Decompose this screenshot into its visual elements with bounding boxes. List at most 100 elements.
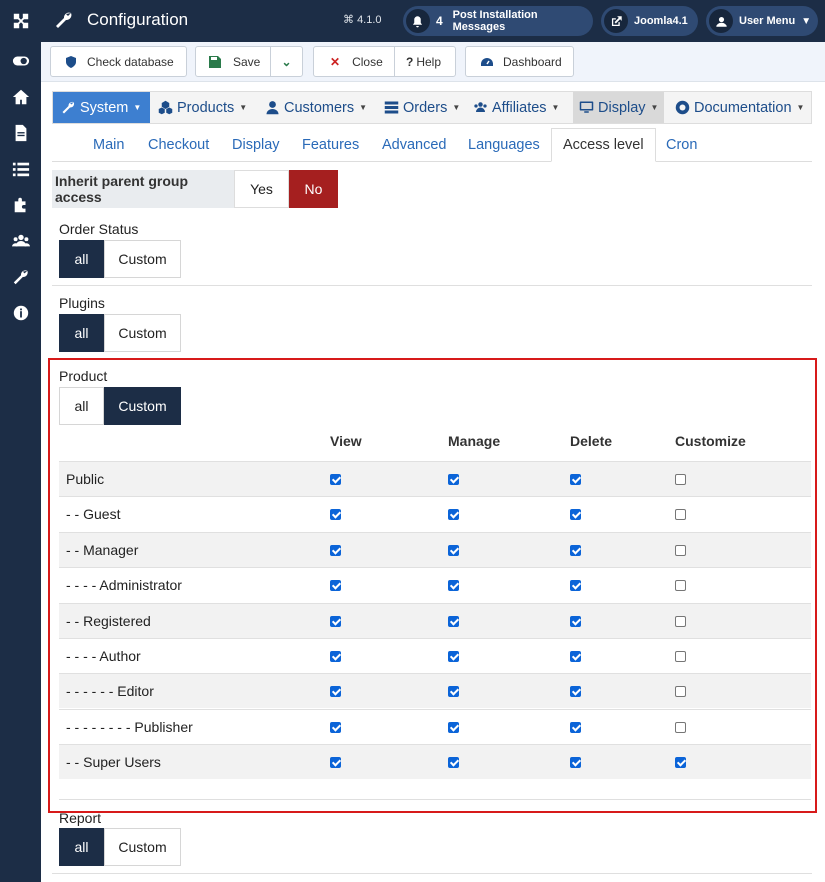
tab-checkout[interactable]: Checkout	[148, 128, 209, 162]
manage-checkbox[interactable]	[448, 651, 459, 662]
user-menu-label: User Menu	[739, 15, 796, 27]
home-icon[interactable]	[8, 84, 34, 110]
menu-orders[interactable]: Orders ▼	[384, 92, 460, 123]
menu-documentation[interactable]: Documentation ▼	[675, 92, 804, 123]
product-custom-button[interactable]: Custom	[104, 387, 181, 425]
help-button[interactable]: ? Help	[394, 46, 456, 77]
table-row: - - Manager	[59, 531, 811, 567]
tab-features[interactable]: Features	[302, 128, 359, 162]
post-install-messages-button[interactable]: 4 Post Installation Messages	[403, 6, 593, 36]
manage-checkbox[interactable]	[448, 474, 459, 485]
product-all-button[interactable]: all	[59, 387, 104, 425]
inherit-yes-button[interactable]: Yes	[234, 170, 289, 208]
save-label: Save	[233, 54, 261, 69]
view-checkbox[interactable]	[330, 474, 341, 485]
dashboard-icon	[481, 57, 493, 66]
close-icon: ✕	[330, 54, 341, 69]
user-icon	[266, 101, 279, 115]
content-icon[interactable]	[8, 120, 34, 146]
save-dropdown-button[interactable]: ⌄	[270, 46, 303, 77]
users-icon[interactable]	[8, 228, 34, 254]
close-button[interactable]: ✕ Close	[313, 46, 395, 77]
customize-checkbox[interactable]	[675, 651, 686, 662]
customize-checkbox[interactable]	[675, 615, 686, 627]
tab-languages[interactable]: Languages	[468, 128, 540, 162]
customize-checkbox[interactable]	[675, 721, 686, 733]
site-link-label: Joomla4.1	[634, 15, 688, 27]
menu-display[interactable]: Display ▼	[573, 92, 664, 123]
manage-checkbox[interactable]	[448, 615, 459, 627]
customize-checkbox[interactable]	[675, 580, 686, 592]
shield-icon	[66, 55, 76, 68]
view-checkbox[interactable]	[330, 686, 341, 698]
delete-checkbox[interactable]	[570, 721, 581, 733]
plugins-custom-button[interactable]: Custom	[104, 314, 181, 352]
column-header-view: View	[330, 433, 362, 449]
manage-checkbox[interactable]	[448, 686, 459, 698]
view-checkbox[interactable]	[330, 580, 341, 592]
tab-cron[interactable]: Cron	[666, 128, 697, 162]
plugins-label: Plugins	[59, 295, 105, 311]
manage-checkbox[interactable]	[448, 721, 459, 733]
info-icon[interactable]	[8, 300, 34, 326]
component-menubar: System ▼ Products ▼ Customers ▼ Orders ▼ Aff…	[52, 91, 812, 124]
customize-checkbox[interactable]	[675, 544, 686, 556]
menu-products[interactable]: Products ▼	[158, 92, 247, 123]
delete-checkbox[interactable]	[570, 509, 581, 521]
view-checkbox[interactable]	[330, 615, 341, 627]
plugins-all-button[interactable]: all	[59, 314, 104, 352]
order-status-toggle: all Custom	[59, 240, 181, 278]
delete-checkbox[interactable]	[570, 686, 581, 698]
customize-checkbox[interactable]	[675, 509, 686, 521]
order-status-custom-button[interactable]: Custom	[104, 240, 181, 278]
system-wrench-icon[interactable]	[8, 264, 34, 290]
manage-checkbox[interactable]	[448, 509, 459, 521]
delete-checkbox[interactable]	[570, 615, 581, 627]
wrench-icon	[54, 10, 76, 32]
menu-affiliates[interactable]: Affiliates ▼	[473, 92, 559, 123]
view-checkbox[interactable]	[330, 651, 341, 662]
tab-display[interactable]: Display	[232, 128, 280, 162]
sidebar	[0, 0, 41, 882]
manage-checkbox[interactable]	[448, 580, 459, 592]
table-row: Public	[59, 461, 811, 496]
menu-affiliates-label: Affiliates	[492, 99, 547, 116]
delete-checkbox[interactable]	[570, 757, 581, 769]
customize-checkbox[interactable]	[675, 757, 686, 769]
delete-checkbox[interactable]	[570, 651, 581, 662]
joomla-logo-icon[interactable]	[8, 8, 34, 34]
lifebuoy-icon	[675, 100, 690, 115]
report-all-button[interactable]: all	[59, 828, 104, 866]
save-button[interactable]: Save	[195, 46, 271, 77]
view-checkbox[interactable]	[330, 509, 341, 521]
view-checkbox[interactable]	[330, 544, 341, 556]
dashboard-button[interactable]: Dashboard	[465, 46, 574, 77]
site-link-button[interactable]: Joomla4.1	[601, 6, 698, 36]
customize-checkbox[interactable]	[675, 474, 686, 485]
tab-main[interactable]: Main	[93, 128, 124, 162]
manage-checkbox[interactable]	[448, 544, 459, 556]
delete-checkbox[interactable]	[570, 544, 581, 556]
tab-advanced[interactable]: Advanced	[382, 128, 447, 162]
check-database-button[interactable]: Check database	[50, 46, 187, 77]
manage-checkbox[interactable]	[448, 757, 459, 769]
user-menu-button[interactable]: User Menu ▼	[706, 6, 818, 36]
delete-checkbox[interactable]	[570, 474, 581, 485]
view-checkbox[interactable]	[330, 757, 341, 769]
table-row: - - - - - - Editor	[59, 673, 811, 709]
toggle-menu-icon[interactable]	[8, 48, 34, 74]
delete-checkbox[interactable]	[570, 580, 581, 592]
components-icon[interactable]	[8, 192, 34, 218]
view-checkbox[interactable]	[330, 721, 341, 733]
order-status-all-button[interactable]: all	[59, 240, 104, 278]
column-header-customize: Customize	[675, 433, 746, 449]
report-custom-button[interactable]: Custom	[104, 828, 181, 866]
menu-system[interactable]: System ▼	[53, 92, 150, 123]
menus-icon[interactable]	[8, 156, 34, 182]
customize-checkbox[interactable]	[675, 686, 686, 698]
tab-access-level[interactable]: Access level	[551, 128, 656, 162]
menu-customers[interactable]: Customers ▼	[265, 92, 367, 123]
help-label: Help	[416, 54, 442, 69]
inherit-no-button[interactable]: No	[289, 170, 338, 208]
check-database-label: Check database	[87, 54, 174, 69]
